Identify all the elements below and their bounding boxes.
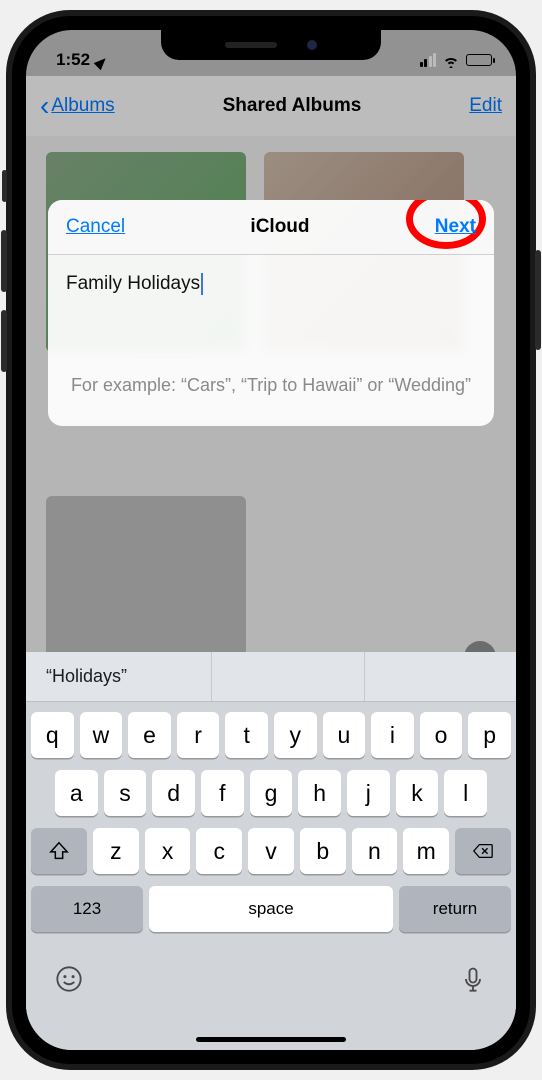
space-key[interactable]: space [149,886,393,932]
emoji-button[interactable] [54,964,84,994]
volume-up-button [1,230,7,292]
location-icon [94,51,113,70]
shift-key[interactable] [31,828,87,874]
numeric-key[interactable]: 123 [31,886,143,932]
key-u[interactable]: u [323,712,366,758]
power-button [535,250,541,350]
key-k[interactable]: k [396,770,439,816]
key-v[interactable]: v [248,828,294,874]
key-w[interactable]: w [80,712,123,758]
key-b[interactable]: b [300,828,346,874]
next-button[interactable]: Next [435,216,476,238]
key-i[interactable]: i [371,712,414,758]
delete-key[interactable] [455,828,511,874]
key-d[interactable]: d [152,770,195,816]
cancel-button[interactable]: Cancel [66,216,125,238]
key-c[interactable]: c [196,828,242,874]
phone-frame: 1:52 ‹ Albums Shared Albums E [6,10,536,1070]
home-indicator[interactable] [196,1037,346,1042]
key-e[interactable]: e [128,712,171,758]
key-m[interactable]: m [403,828,449,874]
key-z[interactable]: z [93,828,139,874]
dictation-button[interactable] [458,964,488,994]
volume-down-button [1,310,7,372]
key-f[interactable]: f [201,770,244,816]
suggestion-3[interactable] [365,652,516,701]
key-o[interactable]: o [420,712,463,758]
key-s[interactable]: s [104,770,147,816]
key-g[interactable]: g [250,770,293,816]
cellular-signal-icon [420,53,437,67]
status-time: 1:52 [56,50,90,70]
key-x[interactable]: x [145,828,191,874]
key-n[interactable]: n [352,828,398,874]
keyboard: “Holidays” qwertyuiop asdfghjkl zxcvbnm [26,652,516,1050]
key-r[interactable]: r [177,712,220,758]
album-name-value: Family Holidays [66,273,200,295]
device-notch [161,30,381,60]
key-y[interactable]: y [274,712,317,758]
key-q[interactable]: q [31,712,74,758]
key-j[interactable]: j [347,770,390,816]
suggestion-2[interactable] [212,652,364,701]
new-shared-album-modal: Cancel iCloud Next Family Holidays For e… [48,200,494,426]
input-hint-text: For example: “Cars”, “Trip to Hawaii” or… [48,365,494,426]
key-a[interactable]: a [55,770,98,816]
text-cursor [201,273,203,295]
key-l[interactable]: l [444,770,487,816]
suggestion-1[interactable]: “Holidays” [26,652,212,701]
key-h[interactable]: h [298,770,341,816]
mute-switch [2,170,7,202]
wifi-icon [442,53,460,67]
return-key[interactable]: return [399,886,511,932]
key-p[interactable]: p [468,712,511,758]
album-name-input[interactable]: Family Holidays [48,255,494,365]
battery-icon [466,54,492,66]
key-t[interactable]: t [225,712,268,758]
modal-title: iCloud [250,216,309,238]
